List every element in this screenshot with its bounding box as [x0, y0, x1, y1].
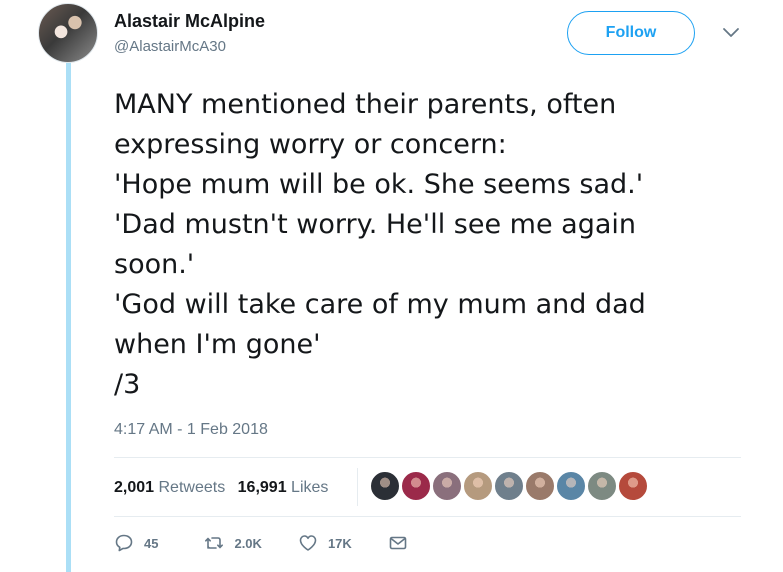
- retweet-icon: [205, 537, 224, 549]
- tweet-line: 'Dad mustn't worry. He'll see me again: [114, 209, 637, 240]
- likes-label: Likes: [291, 479, 329, 496]
- liker-avatar-2[interactable]: [400, 470, 432, 502]
- tweet-line: /3: [114, 369, 141, 400]
- divider: [114, 516, 741, 517]
- direct-message-button[interactable]: [388, 533, 418, 553]
- retweet-count: 2.0K: [234, 535, 262, 551]
- liker-avatar-7[interactable]: [555, 470, 587, 502]
- tweet-line: expressing worry or concern:: [114, 129, 507, 160]
- likes-stat[interactable]: 16,991 Likes: [238, 479, 329, 496]
- tweet-line: 'Hope mum will be ok. She seems sad.': [114, 169, 644, 200]
- retweets-label: Retweets: [158, 479, 226, 496]
- retweets-count: 2,001: [114, 479, 155, 496]
- liker-avatars: [369, 470, 649, 502]
- message-icon: [389, 536, 407, 550]
- tweet-actions: 45 2.0K 17K: [114, 533, 418, 553]
- likes-count: 16,991: [237, 479, 287, 496]
- liker-avatar-6[interactable]: [524, 470, 556, 502]
- like-button[interactable]: 17K: [298, 533, 352, 553]
- heart-icon: [299, 535, 317, 551]
- retweets-stat[interactable]: 2,001 Retweets: [114, 479, 225, 496]
- liker-avatar-1[interactable]: [369, 470, 401, 502]
- thread-connector: [66, 62, 71, 572]
- retweet-button[interactable]: 2.0K: [204, 533, 262, 553]
- liker-avatar-5[interactable]: [493, 470, 525, 502]
- like-count: 17K: [327, 535, 352, 551]
- follow-button[interactable]: Follow: [567, 11, 695, 55]
- tweet-line: MANY mentioned their parents, often: [114, 89, 617, 120]
- tweet-text: MANY mentioned their parents, often expr…: [114, 85, 764, 405]
- liker-avatar-8[interactable]: [586, 470, 618, 502]
- tweet-line: soon.': [114, 249, 195, 280]
- divider: [114, 457, 741, 458]
- liker-avatar-9[interactable]: [617, 470, 649, 502]
- tweet-line: when I'm gone': [114, 329, 321, 360]
- tweet-timestamp[interactable]: 4:17 AM - 1 Feb 2018: [114, 421, 268, 439]
- stats-separator: [357, 468, 358, 506]
- tweet-stats: 2,001 Retweets 16,991 Likes: [114, 479, 328, 497]
- reply-button[interactable]: 45: [114, 533, 158, 553]
- reply-count: 45: [144, 535, 159, 551]
- display-name[interactable]: Alastair McAlpine: [114, 11, 265, 32]
- user-handle[interactable]: @AlastairMcA30: [114, 38, 226, 55]
- reply-icon: [115, 534, 133, 552]
- chevron-down-icon[interactable]: [722, 26, 740, 40]
- tweet-line: 'God will take care of my mum and dad: [114, 289, 646, 320]
- liker-avatar-4[interactable]: [462, 470, 494, 502]
- avatar[interactable]: [38, 3, 98, 63]
- liker-avatar-3[interactable]: [431, 470, 463, 502]
